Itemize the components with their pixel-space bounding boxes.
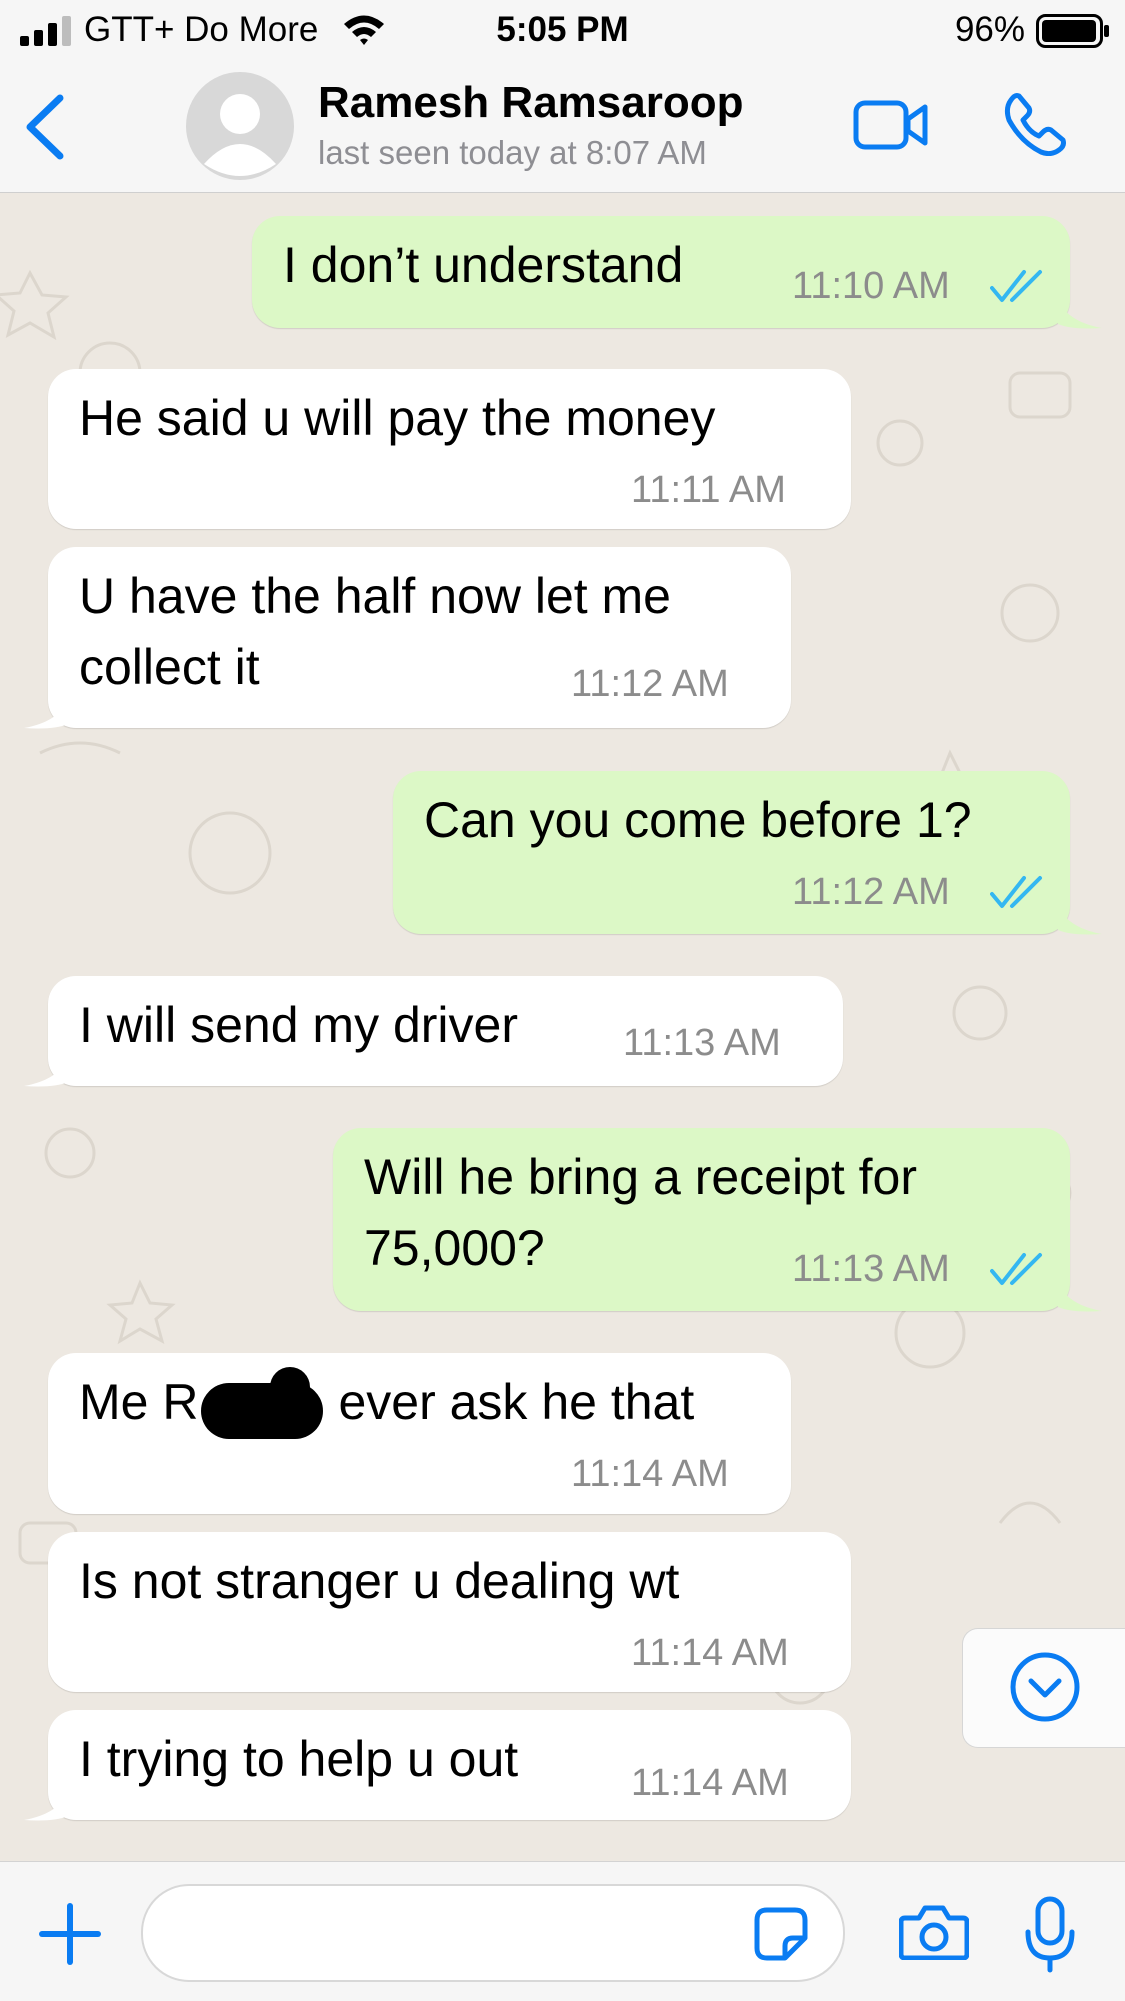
last-seen-status: last seen today at 8:07 AM bbox=[318, 134, 707, 171]
message-bubble-incoming[interactable]: Is not stranger u dealing wt 11:14 AM bbox=[48, 1532, 851, 1692]
battery-icon bbox=[1036, 14, 1109, 48]
avatar-placeholder-icon[interactable] bbox=[186, 72, 294, 180]
message-text-line: Will he bring a receipt for bbox=[364, 1149, 918, 1205]
bubble-tail-outgoing bbox=[1058, 906, 1102, 935]
message-text: Can you come before 1? bbox=[424, 792, 972, 848]
chat-messages-area[interactable]: I don’t understand 11:10 AM He said u wi… bbox=[0, 193, 1125, 1861]
message-timestamp: 11:14 AM bbox=[631, 1762, 789, 1804]
message-timestamp: 11:12 AM bbox=[571, 663, 729, 705]
bubble-tail-outgoing bbox=[1058, 300, 1102, 329]
message-timestamp: 11:13 AM bbox=[792, 1248, 950, 1290]
video-camera-icon[interactable] bbox=[853, 97, 929, 153]
message-timestamp: 11:14 AM bbox=[571, 1453, 729, 1495]
message-text: Me R ever ask he that bbox=[79, 1367, 694, 1438]
message-bubble-incoming[interactable]: He said u will pay the money 11:11 AM bbox=[48, 369, 851, 529]
bubble-tail-incoming bbox=[24, 1792, 68, 1821]
message-text: I trying to help u out bbox=[79, 1731, 519, 1787]
message-bubble-outgoing[interactable]: Can you come before 1? 11:12 AM bbox=[393, 771, 1070, 934]
chevron-down-circle-icon bbox=[1010, 1652, 1080, 1722]
plus-icon[interactable] bbox=[38, 1902, 102, 1966]
status-bar: GTT+ Do More 5:05 PM 96% bbox=[0, 0, 1125, 62]
message-text-line: U have the half now let me bbox=[79, 568, 671, 624]
double-check-read-icon bbox=[990, 876, 1042, 908]
message-timestamp: 11:12 AM bbox=[792, 871, 950, 913]
battery-percentage: 96% bbox=[954, 10, 1025, 49]
message-timestamp: 11:10 AM bbox=[792, 265, 950, 307]
chat-header: Ramesh Ramsaroop last seen today at 8:07… bbox=[0, 62, 1125, 193]
double-check-read-icon bbox=[990, 1253, 1042, 1285]
message-bubble-outgoing[interactable]: I don’t understand 11:10 AM bbox=[252, 216, 1070, 328]
phone-icon[interactable] bbox=[1003, 92, 1067, 156]
chevron-left-icon[interactable] bbox=[22, 94, 68, 160]
bubble-tail-incoming bbox=[24, 700, 68, 729]
message-bubble-incoming[interactable]: U have the half now let me collect it 11… bbox=[48, 547, 791, 728]
message-text: I don’t understand bbox=[283, 237, 684, 293]
microphone-icon[interactable] bbox=[1024, 1896, 1076, 1974]
double-check-read-icon bbox=[990, 270, 1042, 302]
message-text-line: collect it bbox=[79, 639, 260, 695]
message-text: I will send my driver bbox=[79, 997, 518, 1053]
message-input-bar bbox=[0, 1861, 1125, 2001]
bubble-tail-outgoing bbox=[1058, 1283, 1102, 1312]
message-text: Is not stranger u dealing wt bbox=[79, 1553, 680, 1609]
message-bubble-incoming[interactable]: I trying to help u out 11:14 AM bbox=[48, 1710, 851, 1820]
bubble-tail-incoming bbox=[24, 1058, 68, 1087]
message-timestamp: 11:14 AM bbox=[631, 1632, 789, 1674]
message-bubble-incoming[interactable]: I will send my driver 11:13 AM bbox=[48, 976, 843, 1086]
scroll-to-bottom-button[interactable] bbox=[962, 1628, 1125, 1748]
contact-name[interactable]: Ramesh Ramsaroop bbox=[318, 78, 743, 128]
sticker-icon[interactable] bbox=[753, 1906, 809, 1962]
redaction-mark bbox=[270, 1367, 310, 1407]
message-timestamp: 11:11 AM bbox=[631, 469, 786, 511]
message-bubble-outgoing[interactable]: Will he bring a receipt for 75,000? 11:1… bbox=[333, 1128, 1070, 1311]
message-input[interactable] bbox=[141, 1884, 845, 1982]
camera-icon[interactable] bbox=[899, 1904, 969, 1960]
message-text-before-redaction: Me R bbox=[79, 1374, 199, 1430]
message-text-after-redaction: ever ask he that bbox=[338, 1374, 695, 1430]
message-timestamp: 11:13 AM bbox=[623, 1022, 781, 1064]
message-bubble-incoming[interactable]: Me R ever ask he that 11:14 AM bbox=[48, 1353, 791, 1514]
message-text: He said u will pay the money bbox=[79, 390, 716, 446]
message-text-line: 75,000? bbox=[364, 1220, 545, 1276]
